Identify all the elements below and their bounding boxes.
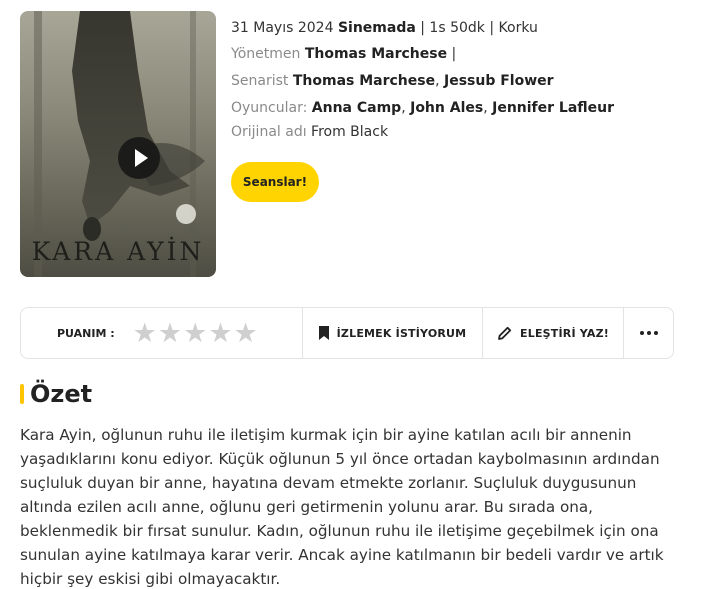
poster-title: KARA AYİN	[31, 237, 205, 266]
writer-link[interactable]: Jessub Flower	[444, 73, 554, 89]
writer-label: Senarist	[231, 73, 289, 89]
cast-line: Oyuncular: Anna Camp, John Ales, Jennife…	[231, 100, 615, 116]
genre-link[interactable]: Korku	[499, 20, 538, 36]
rating-label: PUANIM :	[57, 326, 115, 340]
star-rating: ★ ★ ★ ★ ★	[133, 320, 259, 347]
cast-link[interactable]: Jennifer Lafleur	[492, 100, 614, 116]
movie-poster[interactable]: KARA AYİN	[20, 11, 216, 277]
cast-link[interactable]: John Ales	[410, 100, 483, 116]
summary-text: Kara Ayin, oğlunun ruhu ile iletişim kur…	[20, 426, 664, 588]
duration: 1s 50dk	[429, 20, 485, 36]
star-icon[interactable]: ★	[133, 320, 157, 347]
play-icon	[134, 149, 148, 167]
star-icon[interactable]: ★	[183, 320, 207, 347]
bookmark-icon	[318, 326, 329, 340]
summary-heading: Özet	[20, 380, 92, 408]
director-line: Yönetmen Thomas Marchese |	[231, 46, 457, 62]
trailer-play-button[interactable]	[118, 137, 160, 179]
director-label: Yönetmen	[231, 46, 301, 62]
star-icon[interactable]: ★	[234, 320, 258, 347]
rating-section: PUANIM : ★ ★ ★ ★ ★	[21, 308, 303, 358]
action-bar: PUANIM : ★ ★ ★ ★ ★ İZLEMEK İSTİYORUM ELE…	[20, 307, 674, 359]
star-icon[interactable]: ★	[158, 320, 182, 347]
original-title-line: Orijinal adı From Black	[231, 124, 388, 140]
heading-accent-bar	[20, 384, 24, 404]
star-icon[interactable]: ★	[208, 320, 232, 347]
cast-label: Oyuncular:	[231, 100, 308, 116]
more-dots-icon	[639, 331, 658, 335]
status-label[interactable]: Sinemada	[338, 20, 416, 36]
director-link[interactable]: Thomas Marchese	[305, 46, 447, 62]
watchlist-button[interactable]: İZLEMEK İSTİYORUM	[303, 308, 483, 358]
meta-line: 31 Mayıs 2024 Sinemada | 1s 50dk | Korku	[231, 20, 538, 36]
review-label: ELEŞTİRİ YAZ!	[520, 326, 609, 340]
more-options-button[interactable]	[624, 308, 673, 358]
showtimes-button[interactable]: Seanslar!	[231, 162, 319, 202]
watchlist-label: İZLEMEK İSTİYORUM	[336, 326, 467, 340]
original-title-label: Orijinal adı	[231, 124, 307, 140]
original-title: From Black	[311, 124, 389, 140]
release-date: 31 Mayıs 2024	[231, 20, 334, 36]
pencil-icon	[497, 326, 512, 341]
writer-line: Senarist Thomas Marchese, Jessub Flower	[231, 73, 554, 89]
cast-link[interactable]: Anna Camp	[312, 100, 401, 116]
summary-title: Özet	[30, 380, 93, 408]
writer-link[interactable]: Thomas Marchese	[293, 73, 435, 89]
write-review-button[interactable]: ELEŞTİRİ YAZ!	[483, 308, 624, 358]
